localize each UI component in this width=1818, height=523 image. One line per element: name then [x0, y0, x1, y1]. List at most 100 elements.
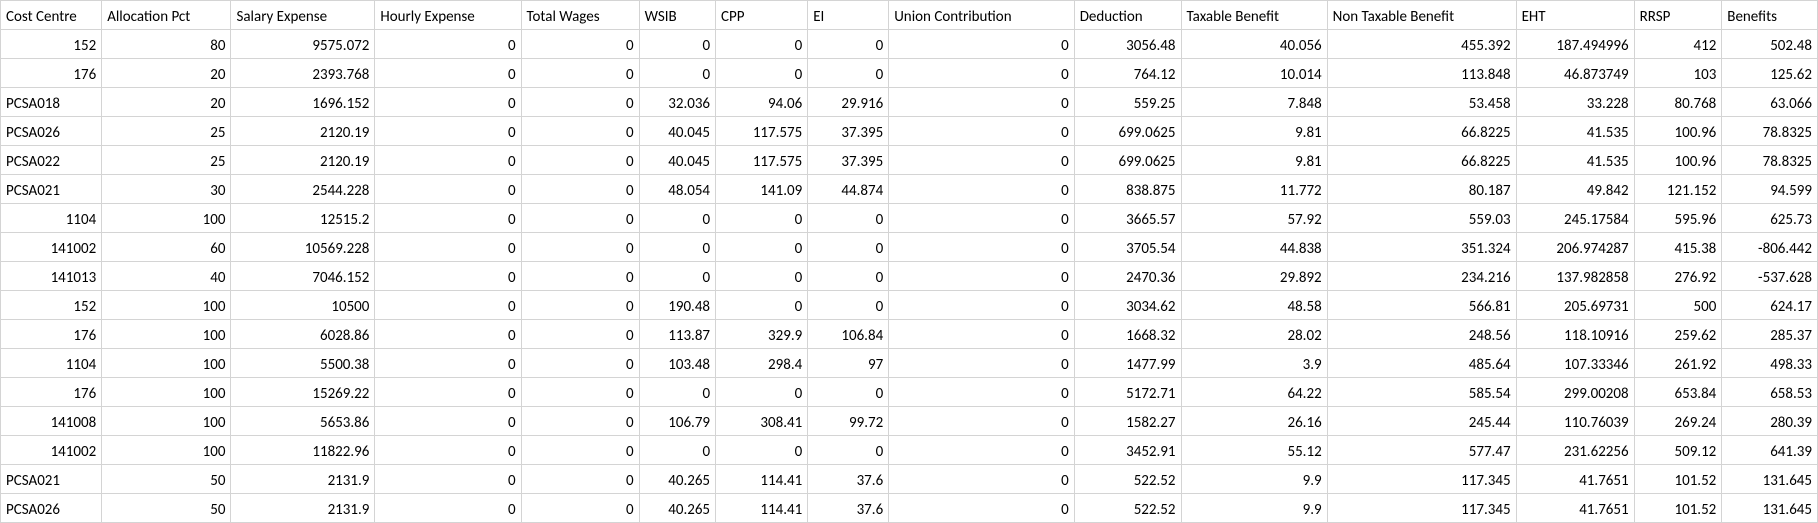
cell[interactable]: 141002 [1, 436, 102, 465]
cell[interactable]: 25 [102, 146, 231, 175]
cell[interactable]: 0 [808, 378, 889, 407]
cell[interactable]: PCSA021 [1, 465, 102, 494]
cell[interactable]: 0 [521, 349, 639, 378]
cell[interactable]: 308.41 [716, 407, 808, 436]
cell[interactable]: 0 [889, 407, 1075, 436]
cell[interactable]: 114.41 [716, 494, 808, 523]
cell[interactable]: 0 [889, 349, 1075, 378]
cell[interactable]: 577.47 [1327, 436, 1516, 465]
cell[interactable]: 11.772 [1181, 175, 1327, 204]
cell[interactable]: 107.33346 [1516, 349, 1634, 378]
cell[interactable]: 0 [639, 436, 715, 465]
cell[interactable]: 0 [521, 465, 639, 494]
cell[interactable]: 3665.57 [1074, 204, 1181, 233]
cell[interactable]: 26.16 [1181, 407, 1327, 436]
cell[interactable]: 55.12 [1181, 436, 1327, 465]
cell[interactable]: 100 [102, 291, 231, 320]
cell[interactable]: 50 [102, 465, 231, 494]
cell[interactable]: 509.12 [1634, 436, 1722, 465]
cell[interactable]: 103 [1634, 59, 1722, 88]
cell[interactable]: 32.036 [639, 88, 715, 117]
cell[interactable]: 44.838 [1181, 233, 1327, 262]
cell[interactable]: 100 [102, 407, 231, 436]
cell[interactable]: 118.10916 [1516, 320, 1634, 349]
cell[interactable]: 0 [889, 146, 1075, 175]
cell[interactable]: 117.575 [716, 117, 808, 146]
cell[interactable]: 9.9 [1181, 494, 1327, 523]
cell[interactable]: 2120.19 [231, 117, 375, 146]
cell[interactable]: 0 [375, 465, 521, 494]
cell[interactable]: 0 [889, 204, 1075, 233]
cell[interactable]: 131.645 [1722, 494, 1818, 523]
cell[interactable]: 0 [521, 262, 639, 291]
cell[interactable]: 29.916 [808, 88, 889, 117]
cell[interactable]: 0 [808, 436, 889, 465]
cell[interactable]: 0 [639, 378, 715, 407]
col-benefits[interactable]: Benefits [1722, 1, 1818, 30]
cell[interactable]: 9.81 [1181, 146, 1327, 175]
cell[interactable]: 41.535 [1516, 117, 1634, 146]
cell[interactable]: 595.96 [1634, 204, 1722, 233]
cell[interactable]: 2470.36 [1074, 262, 1181, 291]
col-cost-centre[interactable]: Cost Centre [1, 1, 102, 30]
cell[interactable]: 0 [521, 407, 639, 436]
cell[interactable]: 3056.48 [1074, 30, 1181, 59]
cell[interactable]: 29.892 [1181, 262, 1327, 291]
cell[interactable]: 0 [808, 30, 889, 59]
cell[interactable]: 0 [889, 320, 1075, 349]
cell[interactable]: 653.84 [1634, 378, 1722, 407]
cell[interactable]: 3452.91 [1074, 436, 1181, 465]
cell[interactable]: 245.17584 [1516, 204, 1634, 233]
cell[interactable]: 500 [1634, 291, 1722, 320]
col-hourly-expense[interactable]: Hourly Expense [375, 1, 521, 30]
cell[interactable]: 1668.32 [1074, 320, 1181, 349]
cell[interactable]: 94.06 [716, 88, 808, 117]
col-wsib[interactable]: WSIB [639, 1, 715, 30]
cell[interactable]: 40.056 [1181, 30, 1327, 59]
cell[interactable]: 624.17 [1722, 291, 1818, 320]
cell[interactable]: 0 [375, 407, 521, 436]
cell[interactable]: 0 [889, 465, 1075, 494]
cell[interactable]: 57.92 [1181, 204, 1327, 233]
cell[interactable]: 658.53 [1722, 378, 1818, 407]
cell[interactable]: 176 [1, 320, 102, 349]
cell[interactable]: 0 [375, 494, 521, 523]
cell[interactable]: 141013 [1, 262, 102, 291]
cell[interactable]: 6028.86 [231, 320, 375, 349]
cell[interactable]: 502.48 [1722, 30, 1818, 59]
cell[interactable]: 141008 [1, 407, 102, 436]
cell[interactable]: 641.39 [1722, 436, 1818, 465]
cell[interactable]: 176 [1, 378, 102, 407]
cell[interactable]: -537.628 [1722, 262, 1818, 291]
cell[interactable]: 0 [521, 291, 639, 320]
col-cpp[interactable]: CPP [716, 1, 808, 30]
cell[interactable]: 44.874 [808, 175, 889, 204]
cell[interactable]: 103.48 [639, 349, 715, 378]
cell[interactable]: 206.974287 [1516, 233, 1634, 262]
cell[interactable]: 522.52 [1074, 494, 1181, 523]
cell[interactable]: 0 [375, 291, 521, 320]
cell[interactable]: 0 [639, 30, 715, 59]
cell[interactable]: 48.58 [1181, 291, 1327, 320]
cell[interactable]: 0 [521, 320, 639, 349]
cell[interactable]: 0 [521, 204, 639, 233]
cell[interactable]: 261.92 [1634, 349, 1722, 378]
cell[interactable]: 40.265 [639, 465, 715, 494]
cell[interactable]: 1582.27 [1074, 407, 1181, 436]
cell[interactable]: 7.848 [1181, 88, 1327, 117]
cell[interactable]: 231.62256 [1516, 436, 1634, 465]
cell[interactable]: 280.39 [1722, 407, 1818, 436]
cell[interactable]: 0 [889, 494, 1075, 523]
cell[interactable]: 176 [1, 59, 102, 88]
cell[interactable]: 190.48 [639, 291, 715, 320]
cell[interactable]: 0 [639, 204, 715, 233]
cell[interactable]: 566.81 [1327, 291, 1516, 320]
cell[interactable]: -806.442 [1722, 233, 1818, 262]
cell[interactable]: 48.054 [639, 175, 715, 204]
cell[interactable]: 0 [375, 146, 521, 175]
cell[interactable]: 0 [889, 117, 1075, 146]
cell[interactable]: 1477.99 [1074, 349, 1181, 378]
cell[interactable]: 37.6 [808, 494, 889, 523]
cell[interactable]: 9575.072 [231, 30, 375, 59]
cell[interactable]: 100.96 [1634, 117, 1722, 146]
